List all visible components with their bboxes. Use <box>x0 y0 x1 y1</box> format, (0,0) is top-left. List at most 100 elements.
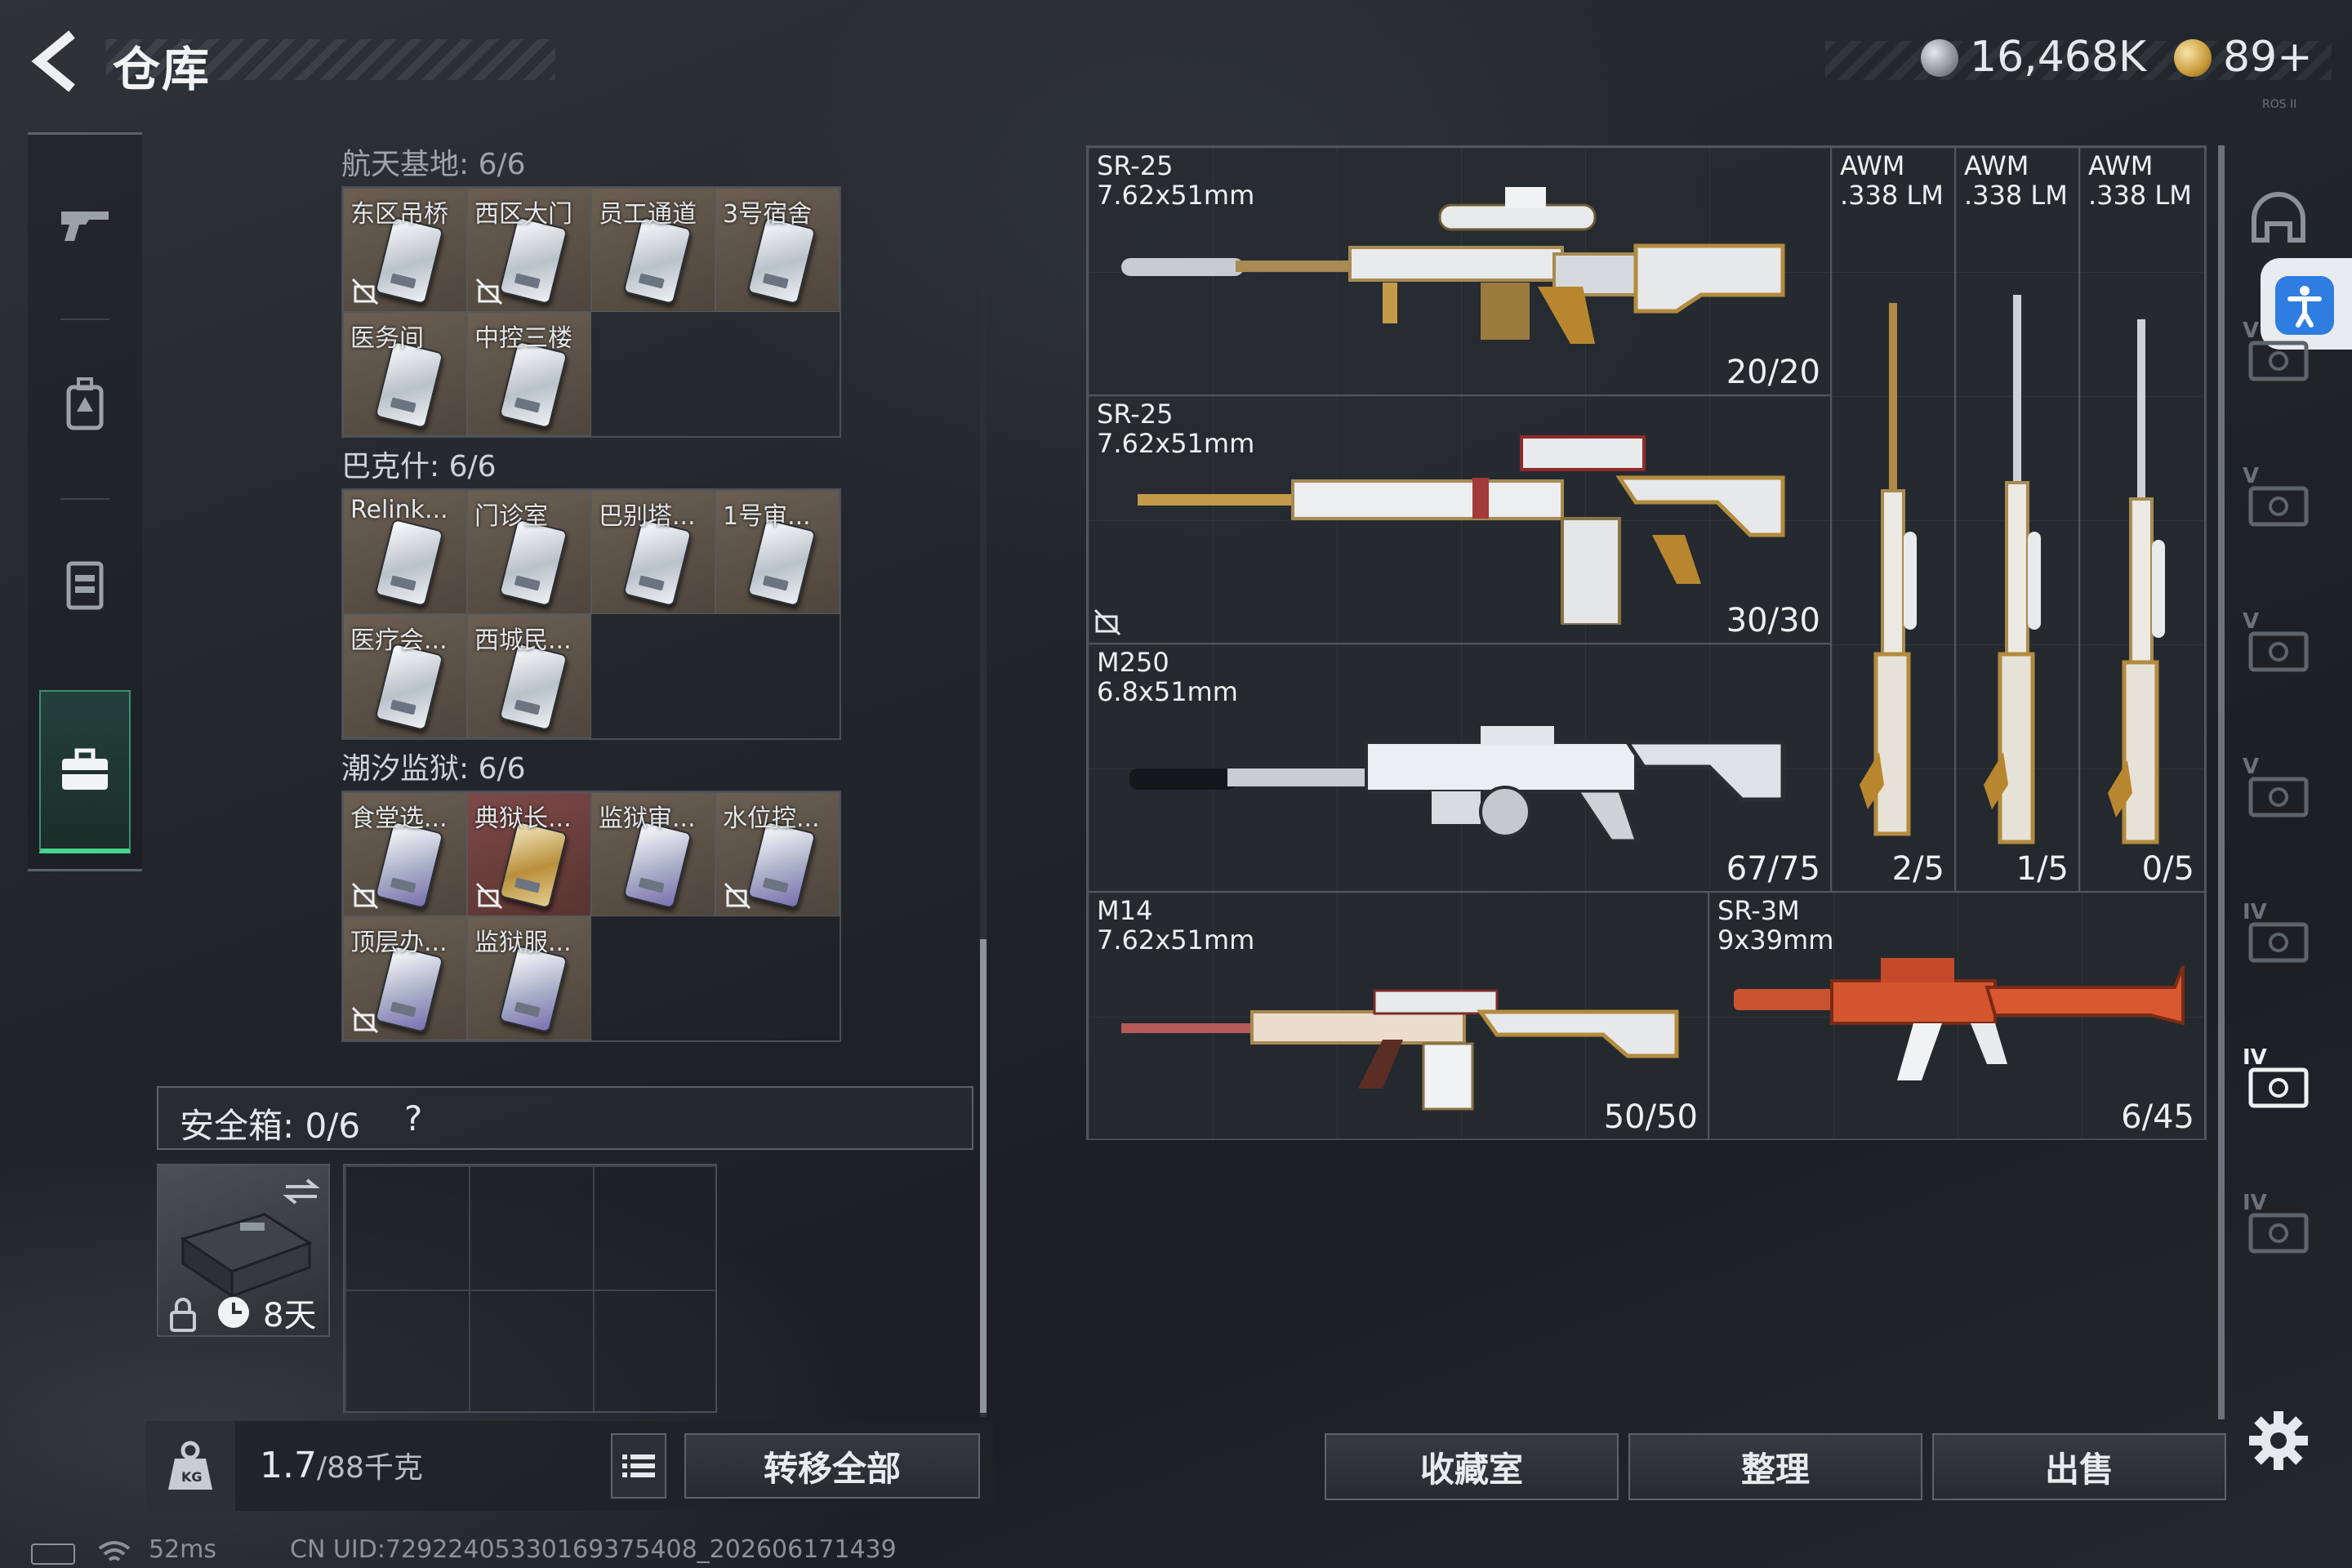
key-card-slot[interactable]: 水位控... <box>715 792 840 916</box>
help-icon[interactable]: ? <box>404 1098 422 1138</box>
weapon-slot-awm[interactable]: AWM .338 LM 2/5 <box>1831 147 1955 892</box>
currency-main-amount: 16,468K <box>1970 33 2147 82</box>
transfer-all-button[interactable]: 转移全部 <box>684 1433 980 1499</box>
weapon-scrollbar[interactable] <box>2218 145 2225 1419</box>
key-card-slot[interactable]: 东区吊桥 <box>343 188 467 312</box>
no-insurance-icon <box>351 882 379 910</box>
settings-button[interactable] <box>2244 1406 2313 1475</box>
key-card-slot[interactable]: 顶层办... <box>343 916 467 1040</box>
key-card-slot[interactable]: 1号审... <box>715 490 840 614</box>
key-card-slot[interactable]: 食堂选... <box>343 792 467 916</box>
key-card-slot[interactable]: 监狱服... <box>467 916 591 1040</box>
weapon-slot-awm[interactable]: AWM .338 LM 0/5 <box>2079 147 2205 892</box>
organize-button[interactable]: 整理 <box>1628 1433 1922 1500</box>
weight-icon: KG <box>168 1441 212 1490</box>
key-card-label: 3号宿舍 <box>723 200 813 229</box>
swap-icon[interactable] <box>281 1175 322 1208</box>
key-card-slot[interactable]: 西城民... <box>467 614 591 738</box>
key-card-label: 医疗会... <box>350 626 448 655</box>
weapon-slot-sr3m[interactable]: SR-3M 9x39mm 6/45 <box>1708 892 2205 1140</box>
nav-case[interactable] <box>39 690 131 853</box>
wifi-icon <box>98 1541 131 1561</box>
key-card-slot[interactable]: 监狱审... <box>591 792 715 916</box>
sr3m-rifle-image <box>1734 958 2185 1080</box>
weapon-caliber: .338 LM <box>2088 180 2192 211</box>
m250-machine-gun-image <box>1129 726 1785 842</box>
key-card-slot[interactable]: Relink... <box>343 490 467 614</box>
ammo-count: 1/5 <box>2016 850 2069 888</box>
key-card-label: 水位控... <box>723 804 820 833</box>
premium-coin-icon <box>2174 39 2212 77</box>
keycard-icon <box>374 518 444 608</box>
list-view-button[interactable] <box>611 1433 666 1499</box>
sr25-rifle-image <box>1138 435 1785 625</box>
collection-room-button[interactable]: 收藏室 <box>1325 1433 1619 1500</box>
key-card-slot[interactable]: 员工通道 <box>591 188 715 312</box>
ping-readout: 52ms <box>149 1535 217 1564</box>
list-icon <box>622 1454 655 1477</box>
key-card-slot[interactable]: 中控三楼 <box>467 312 591 436</box>
no-insurance-icon <box>475 278 503 305</box>
tier-label: IV <box>2243 1045 2267 1070</box>
no-insurance-icon <box>475 882 503 910</box>
no-insurance-icon <box>351 1006 379 1034</box>
key-card-label: 员工通道 <box>599 200 697 229</box>
key-card-label: Relink... <box>350 496 448 524</box>
weight-value: 1.7 <box>260 1445 317 1486</box>
armor-tier-category[interactable]: V <box>2241 464 2316 539</box>
section-title: 巴克什: 6/6 <box>341 450 497 483</box>
key-card-label: 1号审... <box>723 502 811 531</box>
weapon-label: AWM .338 LM <box>2088 151 2192 210</box>
back-arrow-icon <box>31 30 75 92</box>
nav-backpack[interactable] <box>28 331 142 478</box>
weapon-caliber: .338 LM <box>1840 180 1944 211</box>
category-nav <box>28 132 142 871</box>
weapon-slot-awm[interactable]: AWM .338 LM 1/5 <box>1955 147 2079 892</box>
ammo-count: 30/30 <box>1726 602 1820 639</box>
key-card-label: 医务间 <box>350 324 424 353</box>
key-card-label: 西区大门 <box>474 200 572 229</box>
nav-vest[interactable] <box>28 510 142 657</box>
sr25-rifle-image <box>1121 187 1785 344</box>
key-grid: 东区吊桥 西区大门 员工通道 3号宿舍医务间 中控三楼 <box>341 186 841 438</box>
key-card-slot[interactable]: 巴别塔... <box>591 490 715 614</box>
briefcase-icon <box>62 748 108 790</box>
tier-label: V <box>2243 609 2260 634</box>
awm-rifle-image <box>1984 295 2041 844</box>
weapon-caliber: .338 LM <box>1964 180 2068 211</box>
weapon-slot-m250[interactable]: M250 6.8x51mm 67/75 <box>1088 644 1831 892</box>
armor-tier-category[interactable]: IV <box>2241 900 2316 975</box>
weapon-name: M250 <box>1097 647 1169 678</box>
key-card-slot[interactable]: 医疗会... <box>343 614 467 738</box>
key-card-slot[interactable]: 西区大门 <box>467 188 591 312</box>
secure-box-grid[interactable] <box>343 1164 717 1413</box>
sell-button[interactable]: 出售 <box>1932 1433 2226 1500</box>
key-card-slot[interactable]: 典狱长... <box>467 792 591 916</box>
ammo-count: 0/5 <box>2141 850 2194 888</box>
armor-tier-category[interactable]: V <box>2241 755 2316 830</box>
helmet-category[interactable] <box>2241 183 2316 258</box>
weapon-name: AWM <box>2088 150 2154 181</box>
armor-tier-category[interactable]: V <box>2241 609 2316 684</box>
key-card-slot[interactable]: 医务间 <box>343 312 467 436</box>
lock-icon <box>170 1298 196 1332</box>
weapon-name: AWM <box>1964 150 2029 181</box>
nav-weapons[interactable] <box>28 151 142 298</box>
weapon-slot-sr25[interactable]: SR-25 7.62x51mm 20/20 <box>1088 147 1831 395</box>
no-insurance-icon <box>1094 608 1121 636</box>
stash-scroll-thumb[interactable] <box>980 939 987 1413</box>
key-card-label: 东区吊桥 <box>350 200 448 229</box>
key-card-label: 顶层办... <box>350 929 448 957</box>
back-button[interactable] <box>24 24 90 98</box>
weapon-label: AWM .338 LM <box>1840 151 1944 210</box>
key-card-slot[interactable]: 门诊室 <box>467 490 591 614</box>
armor-tier-category[interactable]: IV <box>2241 1045 2316 1120</box>
currency-premium-amount[interactable]: 89+ <box>2223 33 2313 82</box>
weapon-slot-sr25[interactable]: SR-25 7.62x51mm 30/30 <box>1088 395 1831 644</box>
armor-tier-category[interactable]: IV <box>2241 1191 2316 1266</box>
key-card-slot[interactable]: 3号宿舍 <box>715 188 840 312</box>
armor-tier-category[interactable]: V <box>2241 318 2316 394</box>
weapon-name: SR-25 <box>1097 150 1174 181</box>
weapon-slot-m14[interactable]: M14 7.62x51mm 50/50 <box>1088 892 1708 1140</box>
awm-rifle-image <box>2108 319 2165 844</box>
